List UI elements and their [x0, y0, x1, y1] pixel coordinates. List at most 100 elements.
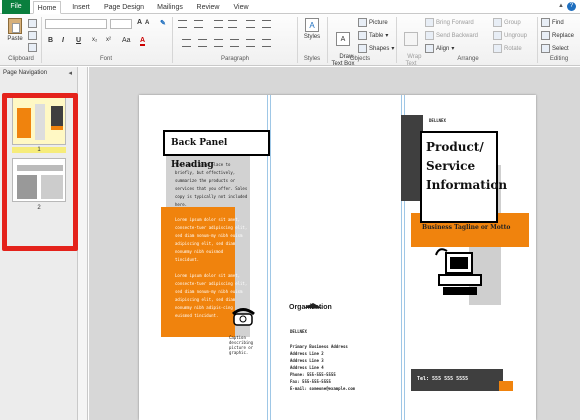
select-label: Select	[552, 45, 569, 52]
shapes-button[interactable]: Shapes ▾	[358, 44, 394, 53]
find-button[interactable]: Find	[541, 18, 564, 27]
tab-file[interactable]: File	[2, 0, 30, 14]
picture-button[interactable]: Picture	[358, 18, 388, 27]
grow-font-button[interactable]: A	[137, 19, 142, 26]
superscript-button[interactable]: x²	[106, 37, 111, 43]
address-line: Primary Business Address	[290, 344, 348, 349]
tab-page-design[interactable]: Page Design	[100, 1, 148, 14]
tab-mailings[interactable]: Mailings	[152, 1, 188, 14]
tab-insert[interactable]: Insert	[66, 1, 96, 14]
numbering-button[interactable]	[194, 20, 203, 28]
shapes-icon	[358, 44, 367, 53]
help-icon[interactable]: ?	[567, 2, 576, 11]
select-icon	[541, 44, 550, 53]
group-button[interactable]: Group	[493, 18, 521, 27]
show-marks-button[interactable]	[262, 20, 271, 28]
page-navigation-title: Page Navigation	[3, 70, 48, 76]
change-case-button[interactable]: Aa	[122, 37, 131, 44]
editing-group-label: Editing	[549, 56, 569, 62]
bring-forward-label: Bring Forward	[436, 19, 474, 26]
group-icon	[493, 18, 502, 27]
replace-button[interactable]: Replace	[541, 31, 574, 40]
address-line: Address Line 3	[290, 358, 324, 363]
columns-button[interactable]	[246, 39, 255, 47]
shrink-font-button[interactable]: A	[145, 20, 149, 26]
ungroup-icon	[493, 31, 502, 40]
styles-button[interactable]: A Styles	[301, 18, 323, 41]
vertical-ruler	[78, 67, 88, 420]
paste-label: Paste	[7, 36, 23, 42]
back-panel-heading-box[interactable]: Back Panel Heading	[163, 130, 270, 170]
line-spacing-button[interactable]	[262, 39, 271, 47]
picture-icon	[358, 18, 367, 27]
caption-text: Caption describing picture or graphic.	[229, 335, 254, 355]
styles-group-label: Styles	[303, 56, 321, 62]
scissors-icon	[28, 19, 37, 28]
clear-format-button[interactable]: ✎	[160, 19, 166, 27]
bring-forward-icon	[425, 18, 434, 27]
paragraph-group-label: Paragraph	[220, 56, 250, 62]
address-line: Address Line 4	[290, 365, 324, 370]
table-label: Table	[369, 32, 384, 39]
brochure-page[interactable]: Back Panel Heading This is a good place …	[139, 95, 536, 420]
address-line: E-mail: someone@example.com	[290, 386, 356, 391]
font-name-box[interactable]	[45, 19, 107, 29]
rotate-button[interactable]: Rotate	[493, 44, 522, 53]
text-box-icon: A	[336, 32, 350, 46]
tab-review[interactable]: Review	[193, 1, 223, 14]
phone-text: Tel: 555 555 5555	[417, 376, 469, 382]
bring-forward-button[interactable]: Bring Forward	[425, 18, 474, 27]
copy-button[interactable]	[28, 31, 37, 40]
tab-view[interactable]: View	[228, 1, 254, 14]
telephone-clipart-icon	[231, 305, 257, 329]
decrease-indent-button[interactable]	[214, 20, 223, 28]
product-title-box[interactable]: Product/ Service Information	[420, 131, 507, 223]
replace-icon	[541, 31, 550, 40]
group-label: Group	[504, 19, 521, 26]
tagline-text: Business Tagline or Motto	[422, 224, 511, 231]
ungroup-label: Ungroup	[504, 32, 528, 39]
back-body-text-2: Lorem ipsum dolor sit amet, consecte-tue…	[175, 217, 248, 262]
cut-button[interactable]	[28, 19, 37, 28]
find-icon	[541, 18, 550, 27]
styles-label: Styles	[303, 34, 321, 40]
paste-button[interactable]: Paste	[4, 18, 26, 43]
bullets-button[interactable]	[178, 20, 187, 28]
font-size-box[interactable]	[110, 19, 132, 29]
align-center-button[interactable]	[198, 39, 207, 47]
ribbon-collapse-icon[interactable]: ▲	[558, 3, 564, 9]
bold-button[interactable]: B	[48, 37, 53, 44]
ungroup-button[interactable]: Ungroup	[493, 31, 527, 40]
ribbon-tab-bar: File Home Insert Page Design Mailings Re…	[0, 0, 580, 14]
table-button[interactable]: Table ▾	[358, 31, 388, 40]
subscript-button[interactable]: x₂	[92, 37, 97, 43]
align-right-button[interactable]	[214, 39, 223, 47]
front-label: DELLNEX	[429, 118, 446, 123]
align-button[interactable]: Align ▾	[425, 44, 454, 53]
send-backward-button[interactable]: Send Backward	[425, 31, 478, 40]
underline-button[interactable]: U	[76, 37, 81, 44]
address-line: Phone: 555-555-5555	[290, 372, 336, 377]
address-line: Fax: 555-555-5555	[290, 379, 331, 384]
justify-button[interactable]	[230, 39, 239, 47]
page-navigation-pane: Page Navigation ◂ 1 2	[0, 67, 78, 420]
font-color-button[interactable]: A	[140, 37, 146, 46]
send-backward-icon	[425, 31, 434, 40]
format-painter-button[interactable]	[28, 43, 37, 52]
table-icon	[358, 31, 367, 40]
organization-name: Organization	[289, 304, 332, 311]
clipboard-icon	[8, 18, 22, 34]
increase-indent-button[interactable]	[228, 20, 237, 28]
sort-button[interactable]	[246, 20, 255, 28]
address-block: Primary Business Address Address Line 2 Ad…	[290, 343, 390, 392]
organization-logo-icon	[304, 295, 322, 308]
align-left-button[interactable]	[182, 39, 191, 47]
tab-home[interactable]: Home	[33, 1, 61, 14]
brush-icon	[28, 43, 37, 52]
select-button[interactable]: Select	[541, 44, 569, 53]
italic-button[interactable]: I	[62, 37, 64, 44]
shapes-label: Shapes	[369, 45, 390, 52]
collapse-pane-icon[interactable]: ◂	[68, 69, 72, 77]
footer-orange-bar	[499, 381, 513, 391]
address-line: Address Line 2	[290, 351, 324, 356]
